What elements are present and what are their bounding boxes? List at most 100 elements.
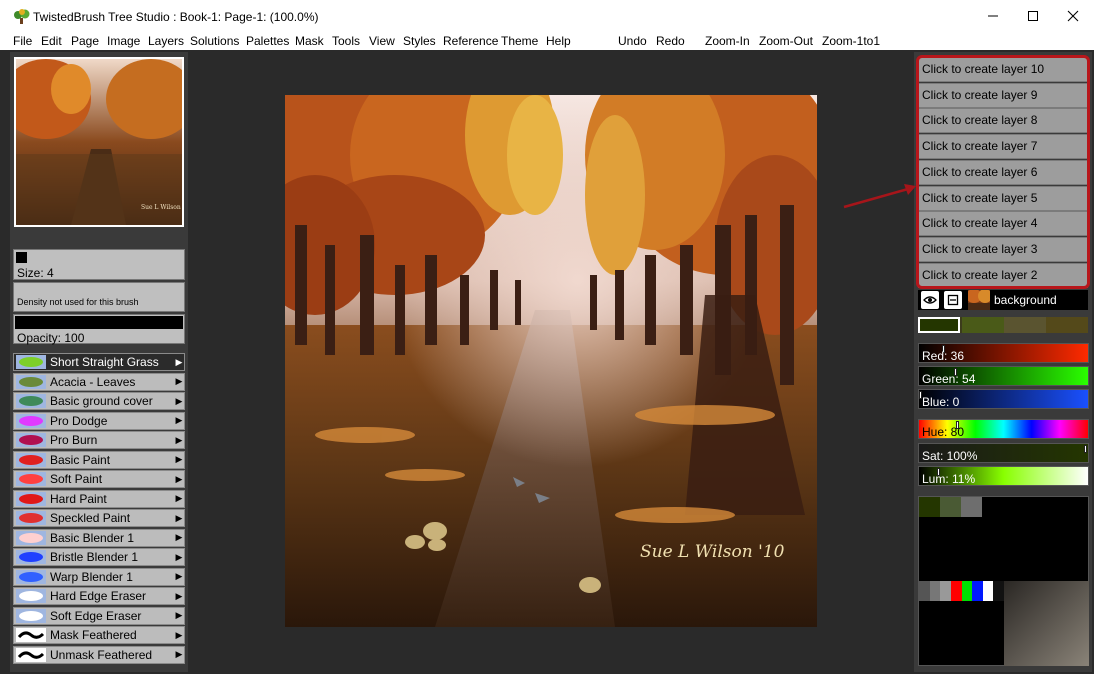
chevron-right-icon[interactable]: ▶ xyxy=(174,454,184,465)
menu-styles[interactable]: Styles xyxy=(403,34,436,48)
painting-canvas[interactable]: Sue L Wilson '10 xyxy=(235,55,835,627)
brush-item[interactable]: Hard Edge Eraser ▶ xyxy=(13,587,185,605)
brush-item[interactable]: Pro Burn ▶ xyxy=(13,431,185,449)
palette-swatch[interactable] xyxy=(919,497,940,517)
brush-item[interactable]: Acacia - Leaves ▶ xyxy=(13,372,185,391)
soft-eraser-icon xyxy=(16,608,46,623)
zoom-in-button[interactable]: Zoom-In xyxy=(705,34,750,48)
zoom-1to1-button[interactable]: Zoom-1to1 xyxy=(822,34,880,48)
chevron-right-icon[interactable]: ▶ xyxy=(174,376,184,387)
palette-swatch-row[interactable] xyxy=(919,581,1004,601)
menu-file[interactable]: File xyxy=(13,34,32,48)
brush-label: Hard Paint xyxy=(50,491,107,506)
brush-item[interactable]: Soft Paint ▶ xyxy=(13,470,185,488)
undo-button[interactable]: Undo xyxy=(618,34,647,48)
color-mix-preview[interactable] xyxy=(1004,581,1089,666)
chevron-right-icon[interactable]: ▶ xyxy=(174,474,184,485)
brush-item[interactable]: Hard Paint ▶ xyxy=(13,489,185,508)
menu-tools[interactable]: Tools xyxy=(332,34,360,48)
saturation-slider-knob[interactable] xyxy=(1084,445,1087,453)
redo-button[interactable]: Redo xyxy=(656,34,685,48)
chevron-right-icon[interactable]: ▶ xyxy=(174,357,184,368)
brush-item[interactable]: Basic ground cover ▶ xyxy=(13,392,185,410)
chevron-right-icon[interactable]: ▶ xyxy=(174,396,184,407)
menu-help[interactable]: Help xyxy=(546,34,571,48)
red-label: Red: 36 xyxy=(922,349,965,363)
brush-item[interactable]: Warp Blender 1 ▶ xyxy=(13,567,185,586)
hard-eraser-icon xyxy=(16,589,46,603)
menu-layers[interactable]: Layers xyxy=(148,34,184,48)
size-control[interactable]: Size: 4 xyxy=(13,249,185,280)
ground-cover-brush-icon xyxy=(16,394,46,408)
chevron-right-icon[interactable]: ▶ xyxy=(174,649,184,660)
paint-brush-icon xyxy=(16,452,46,467)
window-title: TwistedBrush Tree Studio : Book-1: Page-… xyxy=(33,10,319,24)
dodge-brush-icon xyxy=(16,413,46,428)
brush-label: Basic Paint xyxy=(50,452,111,467)
menu-page[interactable]: Page xyxy=(71,34,99,48)
recent-color-swatch[interactable] xyxy=(1046,317,1088,333)
brush-label: Bristle Blender 1 xyxy=(50,550,139,564)
lock-icon[interactable] xyxy=(944,291,962,309)
background-layer-label: background xyxy=(994,293,1057,307)
chevron-right-icon[interactable]: ▶ xyxy=(174,415,184,426)
brush-item[interactable]: Mask Feathered ▶ xyxy=(13,626,185,644)
chevron-right-icon[interactable]: ▶ xyxy=(174,591,184,602)
luminance-slider[interactable]: Lum: 11% xyxy=(918,466,1089,486)
palette-swatch[interactable] xyxy=(940,497,961,517)
chevron-right-icon[interactable]: ▶ xyxy=(174,630,184,641)
red-slider[interactable]: Red: 36 xyxy=(918,343,1089,363)
chevron-right-icon[interactable]: ▶ xyxy=(174,435,184,446)
chevron-right-icon[interactable]: ▶ xyxy=(174,513,184,524)
brush-item[interactable]: Speckled Paint ▶ xyxy=(13,509,185,527)
green-slider[interactable]: Green: 54 xyxy=(918,366,1089,386)
bristle-blender-icon xyxy=(16,550,46,564)
brush-item[interactable]: Basic Paint ▶ xyxy=(13,450,185,469)
eye-icon[interactable] xyxy=(921,291,939,309)
layer-thumbnail xyxy=(966,289,992,310)
recent-color-swatch[interactable] xyxy=(1004,317,1046,333)
blue-slider[interactable]: Blue: 0 xyxy=(918,389,1089,409)
menu-mask[interactable]: Mask xyxy=(295,34,324,48)
menu-image[interactable]: Image xyxy=(107,34,140,48)
saturation-slider[interactable]: Sat: 100% xyxy=(918,443,1089,463)
page-thumbnail[interactable]: Sue L Wilson xyxy=(1,57,196,227)
menu-view[interactable]: View xyxy=(369,34,395,48)
brush-item[interactable]: Soft Edge Eraser ▶ xyxy=(13,606,185,625)
chevron-right-icon[interactable]: ▶ xyxy=(174,610,184,621)
recent-color-swatch[interactable] xyxy=(962,317,1004,333)
brush-item[interactable]: Bristle Blender 1 ▶ xyxy=(13,548,185,566)
highlight-box xyxy=(916,55,1090,289)
chevron-right-icon[interactable]: ▶ xyxy=(174,532,184,543)
burn-brush-icon xyxy=(16,433,46,447)
close-icon[interactable] xyxy=(1050,0,1096,32)
brush-item[interactable]: Unmask Feathered ▶ xyxy=(13,645,185,664)
current-color-swatch[interactable] xyxy=(918,317,960,333)
hue-slider[interactable]: Hue: 80 xyxy=(918,419,1089,439)
size-preview xyxy=(16,252,27,263)
zoom-out-button[interactable]: Zoom-Out xyxy=(759,34,813,48)
chevron-right-icon[interactable]: ▶ xyxy=(174,571,184,582)
brush-label: Pro Dodge xyxy=(50,413,108,428)
menu-edit[interactable]: Edit xyxy=(41,34,62,48)
menu-theme[interactable]: Theme xyxy=(501,34,538,48)
background-layer-row[interactable]: background xyxy=(918,289,1088,310)
color-palette[interactable] xyxy=(918,496,1089,666)
palette-swatch[interactable] xyxy=(961,497,982,517)
menu-reference[interactable]: Reference xyxy=(443,34,498,48)
chevron-right-icon[interactable]: ▶ xyxy=(174,552,184,563)
blender-brush-icon xyxy=(16,530,46,545)
artist-signature: Sue L Wilson '10 xyxy=(640,542,785,562)
opacity-control[interactable]: Opacity: 100 xyxy=(13,314,185,345)
unmask-feathered-icon xyxy=(16,647,46,662)
brush-label: Short Straight Grass xyxy=(50,355,159,369)
chevron-right-icon[interactable]: ▶ xyxy=(174,493,184,504)
density-control[interactable]: Density not used for this brush xyxy=(13,282,185,312)
menu-solutions[interactable]: Solutions xyxy=(190,34,239,48)
recent-colors[interactable] xyxy=(918,317,1088,333)
brush-item[interactable]: Short Straight Grass ▶ xyxy=(13,353,185,371)
brush-item[interactable]: Pro Dodge ▶ xyxy=(13,411,185,430)
brush-item[interactable]: Basic Blender 1 ▶ xyxy=(13,528,185,547)
brush-label: Mask Feathered xyxy=(50,628,137,642)
menu-palettes[interactable]: Palettes xyxy=(246,34,289,48)
